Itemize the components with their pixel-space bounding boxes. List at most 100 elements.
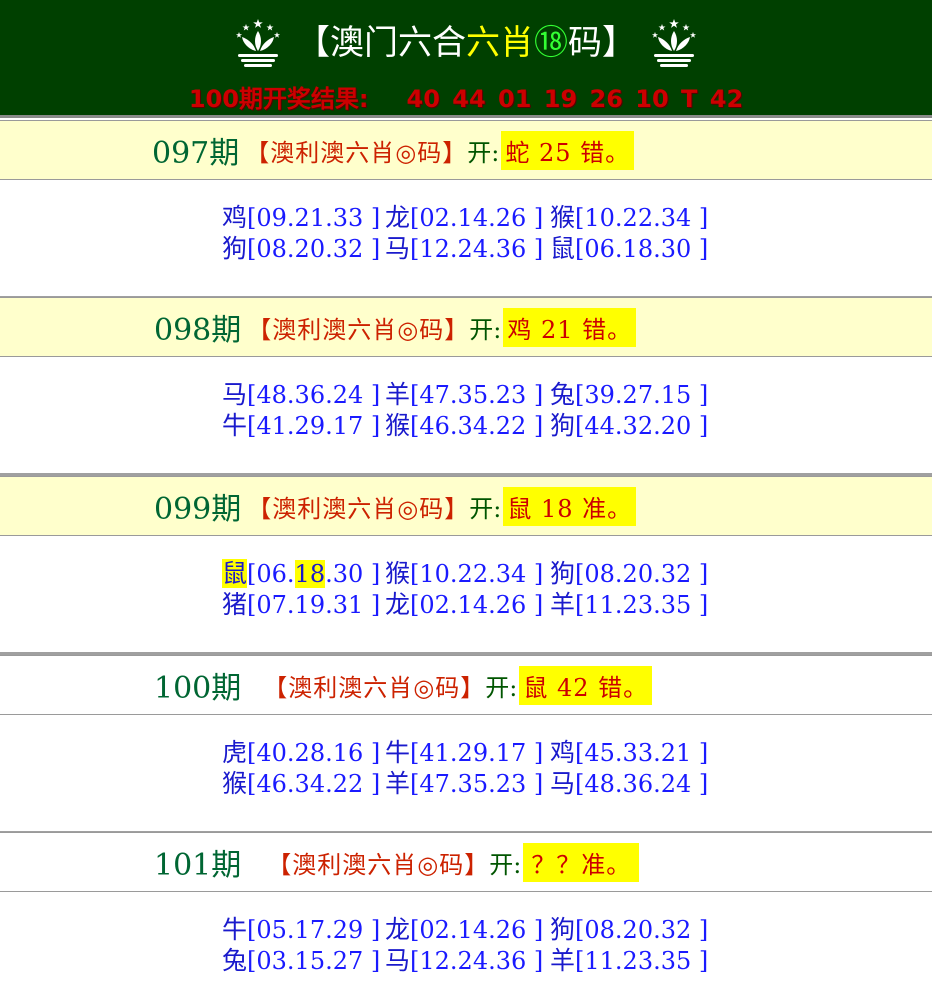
zodiac-name: 鼠 bbox=[222, 559, 248, 588]
zodiac-numbers-start: [06. bbox=[247, 560, 295, 588]
zodiac-name: 龙 bbox=[385, 915, 411, 944]
zodiac-row: 牛[41.29.17 ] 猴[46.34.22 ] 狗[44.32.20 ] bbox=[0, 410, 932, 441]
zodiac-numbers: [47.35.23 ] bbox=[410, 770, 544, 798]
result-badge: 鼠 18 准。 bbox=[503, 486, 637, 526]
zodiac-name: 牛 bbox=[222, 915, 248, 944]
result-badge: 鼠 42 错。 bbox=[519, 665, 653, 705]
title-highlight: 六肖 bbox=[466, 23, 534, 63]
open-label: 开: bbox=[469, 494, 502, 523]
lotus-emblem-icon bbox=[235, 19, 281, 67]
zodiac-cell: 狗[08.20.32 ] bbox=[550, 914, 708, 946]
issue-section-099: 099期 【澳利澳六肖◎码】 开: 鼠 18 准。 鼠[06.18.30 ] 猴… bbox=[0, 476, 932, 655]
zodiac-cell: 狗[44.32.20 ] bbox=[550, 410, 708, 442]
issue-header: 100期 【澳利澳六肖◎码】 开: 鼠 42 错。 bbox=[0, 655, 932, 715]
winning-number-highlight: 18 bbox=[294, 560, 326, 588]
issue-number: 098期 bbox=[154, 313, 242, 348]
zodiac-row: 猴[46.34.22 ] 羊[47.35.23 ] 马[48.36.24 ] bbox=[0, 768, 932, 799]
header-banner: 【澳门六合六肖⑱码】 100期开奖结果: 40 44 01 19 26 10 T… bbox=[0, 0, 932, 118]
zodiac-numbers: [11.23.35 ] bbox=[575, 947, 709, 975]
zodiac-grid: 牛[05.17.29 ] 龙[02.14.26 ] 狗[08.20.32 ] 兔… bbox=[0, 892, 932, 1008]
zodiac-numbers: [46.34.22 ] bbox=[247, 770, 381, 798]
zodiac-name: 猴 bbox=[385, 411, 411, 440]
zodiac-numbers: [03.15.27 ] bbox=[247, 947, 381, 975]
zodiac-cell: 虎[40.28.16 ] bbox=[222, 737, 380, 769]
zodiac-name: 鸡 bbox=[550, 738, 576, 767]
zodiac-cell: 猴[10.22.34 ] bbox=[550, 202, 708, 234]
zodiac-row: 马[48.36.24 ] 羊[47.35.23 ] 兔[39.27.15 ] bbox=[0, 379, 932, 410]
result-badge: 蛇 25 错。 bbox=[501, 130, 635, 170]
zodiac-row: 牛[05.17.29 ] 龙[02.14.26 ] 狗[08.20.32 ] bbox=[0, 914, 932, 945]
zodiac-numbers: [07.19.31 ] bbox=[247, 591, 381, 619]
prediction-label: 【澳利澳六肖◎码】 bbox=[267, 850, 490, 879]
issue-number: 097期 bbox=[152, 136, 240, 171]
zodiac-cell: 兔[03.15.27 ] bbox=[222, 945, 380, 977]
issue-header: 098期 【澳利澳六肖◎码】 开: 鸡 21 错。 bbox=[0, 297, 932, 357]
zodiac-numbers: [02.14.26 ] bbox=[410, 204, 544, 232]
zodiac-name: 马 bbox=[222, 380, 248, 409]
issue-number: 099期 bbox=[154, 492, 242, 527]
zodiac-cell: 羊[47.35.23 ] bbox=[385, 379, 543, 411]
zodiac-numbers: [45.33.21 ] bbox=[575, 739, 709, 767]
zodiac-cell: 猴[46.34.22 ] bbox=[222, 768, 380, 800]
zodiac-name: 龙 bbox=[385, 590, 411, 619]
zodiac-numbers: [46.34.22 ] bbox=[410, 412, 544, 440]
issue-number: 101期 bbox=[154, 848, 242, 883]
zodiac-numbers: [39.27.15 ] bbox=[575, 381, 709, 409]
zodiac-name: 狗 bbox=[550, 559, 576, 588]
zodiac-numbers: [48.36.24 ] bbox=[575, 770, 709, 798]
zodiac-cell: 狗[08.20.32 ] bbox=[222, 233, 380, 265]
draw-result-label: 100期开奖结果: bbox=[188, 85, 369, 113]
zodiac-grid: 鼠[06.18.30 ] 猴[10.22.34 ] 狗[08.20.32 ] 猪… bbox=[0, 536, 932, 655]
zodiac-numbers: [05.17.29 ] bbox=[247, 916, 381, 944]
zodiac-name: 狗 bbox=[550, 915, 576, 944]
zodiac-name: 虎 bbox=[222, 738, 248, 767]
zodiac-cell: 龙[02.14.26 ] bbox=[385, 589, 543, 621]
prediction-label: 【澳利澳六肖◎码】 bbox=[247, 494, 470, 523]
zodiac-cell: 羊[47.35.23 ] bbox=[385, 768, 543, 800]
zodiac-numbers: [41.29.17 ] bbox=[410, 739, 544, 767]
zodiac-cell: 狗[08.20.32 ] bbox=[550, 558, 708, 590]
draw-result-numbers: 40 44 01 19 26 10 T 42 bbox=[406, 85, 744, 113]
zodiac-name: 兔 bbox=[550, 380, 576, 409]
prediction-label: 【澳利澳六肖◎码】 bbox=[247, 315, 470, 344]
zodiac-name: 羊 bbox=[550, 946, 576, 975]
title-prefix: 【澳门六合 bbox=[296, 23, 466, 63]
zodiac-name: 羊 bbox=[385, 380, 411, 409]
page: 【澳门六合六肖⑱码】 100期开奖结果: 40 44 01 19 26 10 T… bbox=[0, 0, 932, 1008]
zodiac-name: 牛 bbox=[385, 738, 411, 767]
title-number: ⑱ bbox=[534, 23, 568, 63]
zodiac-numbers: [08.20.32 ] bbox=[247, 235, 381, 263]
issue-section-098: 098期 【澳利澳六肖◎码】 开: 鸡 21 错。 马[48.36.24 ] 羊… bbox=[0, 297, 932, 476]
zodiac-name: 牛 bbox=[222, 411, 248, 440]
zodiac-cell: 牛[41.29.17 ] bbox=[385, 737, 543, 769]
zodiac-numbers: [10.22.34 ] bbox=[575, 204, 709, 232]
zodiac-cell: 龙[02.14.26 ] bbox=[385, 202, 543, 234]
zodiac-name: 狗 bbox=[222, 234, 248, 263]
issue-header: 101期 【澳利澳六肖◎码】 开: ？？准。 bbox=[0, 832, 932, 892]
zodiac-cell: 羊[11.23.35 ] bbox=[550, 945, 708, 977]
zodiac-numbers: [08.20.32 ] bbox=[575, 916, 709, 944]
zodiac-cell: 鼠[06.18.30 ] bbox=[550, 233, 708, 265]
zodiac-row: 狗[08.20.32 ] 马[12.24.36 ] 鼠[06.18.30 ] bbox=[0, 233, 932, 264]
zodiac-numbers: [11.23.35 ] bbox=[575, 591, 709, 619]
zodiac-name: 猴 bbox=[222, 769, 248, 798]
zodiac-cell: 马[12.24.36 ] bbox=[385, 233, 543, 265]
zodiac-numbers-end: .30 ] bbox=[325, 560, 381, 588]
zodiac-name: 羊 bbox=[550, 590, 576, 619]
zodiac-numbers: [44.32.20 ] bbox=[575, 412, 709, 440]
zodiac-cell: 猴[46.34.22 ] bbox=[385, 410, 543, 442]
zodiac-name: 马 bbox=[550, 769, 576, 798]
issue-section-101: 101期 【澳利澳六肖◎码】 开: ？？准。 牛[05.17.29 ] 龙[02… bbox=[0, 832, 932, 1008]
zodiac-row: 兔[03.15.27 ] 马[12.24.36 ] 羊[11.23.35 ] bbox=[0, 945, 932, 976]
zodiac-numbers: [06.18.30 ] bbox=[575, 235, 709, 263]
zodiac-name: 猪 bbox=[222, 590, 248, 619]
zodiac-cell: 猴[10.22.34 ] bbox=[385, 558, 543, 590]
zodiac-row: 猪[07.19.31 ] 龙[02.14.26 ] 羊[11.23.35 ] bbox=[0, 589, 932, 620]
zodiac-cell: 猪[07.19.31 ] bbox=[222, 589, 380, 621]
open-label: 开: bbox=[489, 850, 522, 879]
zodiac-cell: 兔[39.27.15 ] bbox=[550, 379, 708, 411]
zodiac-name: 猴 bbox=[385, 559, 411, 588]
zodiac-numbers: [48.36.24 ] bbox=[247, 381, 381, 409]
zodiac-numbers: [12.24.36 ] bbox=[410, 235, 544, 263]
zodiac-cell: 牛[05.17.29 ] bbox=[222, 914, 380, 946]
